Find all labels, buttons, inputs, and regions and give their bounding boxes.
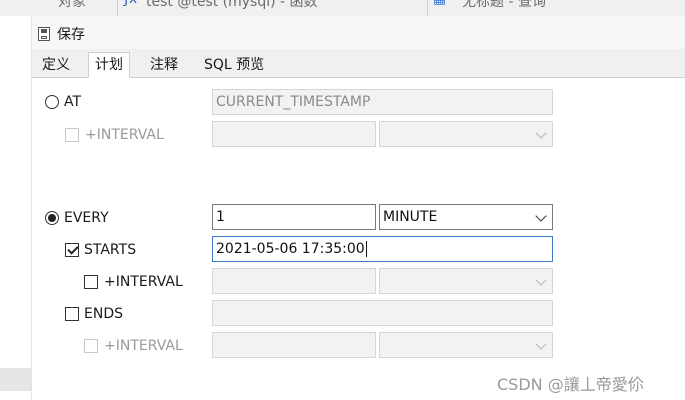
document-tab-bar: 对象 ƒx test @test (mysql) - 函数 ▦ 无标题 - 查询 (0, 0, 685, 17)
query-icon: ▦ (433, 0, 446, 7)
starts-datetime-value: 2021-05-06 17:35:00 (216, 241, 365, 257)
starts-interval-label: +INTERVAL (104, 274, 183, 290)
every-radio[interactable] (45, 211, 59, 225)
ends-interval-value-field[interactable] (212, 332, 376, 358)
ends-label: ENDS (84, 306, 123, 322)
tab-divider (117, 0, 118, 16)
at-timestamp-field[interactable]: CURRENT_TIMESTAMP (212, 89, 553, 115)
at-interval-value-field[interactable] (212, 121, 376, 147)
at-interval-unit-select[interactable] (379, 121, 553, 147)
starts-label: STARTS (84, 242, 137, 258)
tab-schedule[interactable]: 计划 (88, 52, 130, 78)
ends-datetime-field[interactable] (212, 300, 553, 326)
navigator-selected-row[interactable] (0, 368, 31, 391)
save-label: 保存 (57, 27, 85, 43)
at-interval-checkbox[interactable] (65, 128, 79, 142)
text-caret (365, 241, 367, 257)
editor-tabs: 定义 计划 注释 SQL 预览 (32, 49, 685, 78)
save-icon (38, 27, 50, 41)
function-tab-title[interactable]: test @test (mysql) - 函数 (146, 0, 318, 11)
starts-checkbox[interactable] (65, 243, 79, 257)
every-unit-select[interactable]: MINUTE (379, 204, 553, 230)
every-label: EVERY (64, 210, 109, 226)
object-tab-label[interactable]: 对象 (58, 0, 86, 11)
every-value-field[interactable]: 1 (212, 204, 376, 230)
ends-interval-label: +INTERVAL (104, 338, 183, 354)
chevron-down-icon (535, 274, 547, 286)
watermark: CSDN @讓丄帝愛伱 (497, 375, 644, 394)
at-label: AT (64, 94, 82, 110)
navigator-pane (0, 16, 32, 400)
ends-checkbox[interactable] (65, 307, 79, 321)
editor-toolbar: 保存 (32, 16, 685, 49)
chevron-down-icon (535, 210, 547, 222)
query-tab-title[interactable]: 无标题 - 查询 (462, 0, 546, 11)
starts-interval-unit-select[interactable] (379, 268, 553, 294)
ends-interval-checkbox[interactable] (84, 339, 98, 353)
save-button[interactable]: 保存 (38, 24, 85, 44)
tab-divider (427, 0, 428, 16)
starts-interval-value-field[interactable] (212, 268, 376, 294)
at-radio[interactable] (45, 95, 59, 109)
chevron-down-icon (535, 338, 547, 350)
starts-interval-checkbox[interactable] (84, 275, 98, 289)
function-icon: ƒx (124, 0, 137, 7)
ends-interval-unit-select[interactable] (379, 332, 553, 358)
tab-sql-preview[interactable]: SQL 预览 (198, 53, 270, 77)
tab-definition[interactable]: 定义 (36, 53, 76, 77)
chevron-down-icon (535, 127, 547, 139)
at-interval-label: +INTERVAL (85, 127, 164, 143)
tab-comment[interactable]: 注释 (144, 53, 184, 77)
starts-datetime-field[interactable]: 2021-05-06 17:35:00 (212, 236, 553, 262)
